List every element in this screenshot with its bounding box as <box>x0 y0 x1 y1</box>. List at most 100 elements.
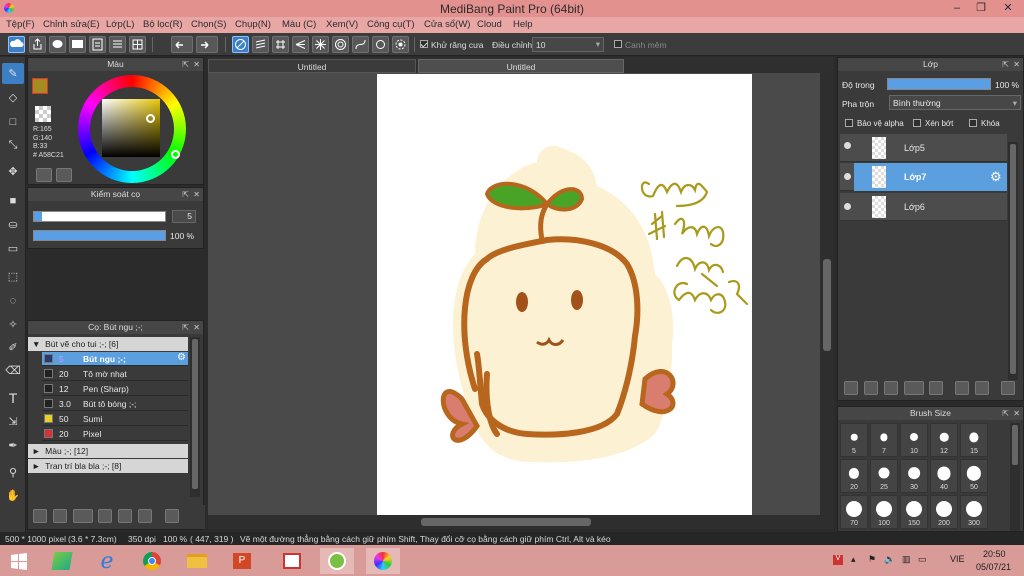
menu-window[interactable]: Cửa sổ(W) <box>424 19 470 30</box>
bluestacks-icon[interactable] <box>45 548 79 574</box>
document-icon[interactable] <box>89 36 106 53</box>
text-tool-icon[interactable]: T <box>2 387 24 408</box>
add-brush-icon[interactable] <box>33 509 47 523</box>
duplicate-layer-icon[interactable] <box>955 381 969 395</box>
brush-size-option[interactable]: 25 <box>870 459 898 493</box>
volume-icon[interactable]: 🔈 <box>884 554 895 565</box>
merge-layer-icon[interactable] <box>975 381 989 395</box>
menu-filter[interactable]: Bộ lọc(R) <box>143 19 183 30</box>
select-pen-tool-icon[interactable]: ✐ <box>2 337 24 358</box>
select-eraser-tool-icon[interactable]: ⌫ <box>2 360 24 381</box>
menu-layer[interactable]: Lớp(L) <box>106 19 134 30</box>
network-icon[interactable]: ▥ <box>902 554 911 565</box>
eraser-tool-icon[interactable]: ◇ <box>2 87 24 108</box>
saturation-square[interactable] <box>102 99 160 157</box>
layer-opacity-slider[interactable] <box>887 78 991 90</box>
crosshatch-snap-icon[interactable] <box>272 36 289 53</box>
menu-file[interactable]: Tệp(F) <box>6 19 35 30</box>
color-picker-icon[interactable] <box>56 168 72 182</box>
concentric-snap-icon[interactable] <box>332 36 349 53</box>
eye-icon[interactable] <box>844 203 851 210</box>
medibang-taskbar-icon[interactable] <box>366 548 400 574</box>
app-grid-icon[interactable] <box>275 548 309 574</box>
trash-icon[interactable] <box>165 509 179 523</box>
layer-settings-gear-icon[interactable]: ⚙ <box>990 169 1002 185</box>
menu-color[interactable]: Màu (C) <box>282 19 316 30</box>
tray-v-icon[interactable]: V <box>833 555 843 565</box>
brush-size-option[interactable]: 100 <box>870 495 898 529</box>
tab-untitled-2[interactable]: Untitled <box>418 59 624 73</box>
share-icon[interactable] <box>29 36 46 53</box>
operation-tool-icon[interactable]: ⇲ <box>2 411 24 432</box>
file-explorer-icon[interactable] <box>180 548 214 574</box>
brush-size-slider[interactable] <box>33 211 166 222</box>
clock-time[interactable]: 20:50 <box>983 549 1006 559</box>
brush-tool-icon[interactable]: ✎ <box>2 63 24 84</box>
brush-size-option[interactable]: 7 <box>870 423 898 457</box>
clip-studio-icon[interactable] <box>320 548 354 574</box>
message-icon[interactable] <box>69 36 86 53</box>
brush-item[interactable]: 12 Pen (Sharp) <box>42 382 188 396</box>
menu-select[interactable]: Chọn(S) <box>191 19 226 30</box>
tray-chevron-icon[interactable]: ▴ <box>851 554 856 565</box>
grid-icon[interactable] <box>129 36 146 53</box>
snap-off-icon[interactable] <box>232 36 249 53</box>
language-indicator[interactable]: VIE <box>950 554 965 564</box>
layer-row-lop6[interactable]: Lớp6 <box>840 193 1007 221</box>
bucket-tool-icon[interactable]: ⛀ <box>2 214 24 235</box>
menu-edit[interactable]: Chỉnh sửa(E) <box>43 19 100 30</box>
hue-handle[interactable] <box>171 150 180 159</box>
brush-settings-gear-icon[interactable]: ⚙ <box>177 352 186 363</box>
clipping-checkbox[interactable] <box>913 119 921 127</box>
parallel-snap-icon[interactable] <box>252 36 269 53</box>
brush-group-1[interactable]: ▼ Bút vẽ cho tui ;-; [6] <box>28 337 188 351</box>
new-layer-icon[interactable] <box>844 381 858 395</box>
layer-folder-icon[interactable] <box>929 381 943 395</box>
eye-icon[interactable] <box>844 173 851 180</box>
correction-select[interactable]: 10 <box>532 37 604 52</box>
snap-settings-icon[interactable] <box>372 36 389 53</box>
dot-tool-icon[interactable]: ⤡ <box>2 135 24 156</box>
brush-size-option[interactable]: 15 <box>960 423 988 457</box>
brush-size-option[interactable]: 70 <box>840 495 868 529</box>
fill-shape-tool-icon[interactable]: ■ <box>2 190 24 211</box>
brush-size-option[interactable]: 50 <box>960 459 988 493</box>
canvas-hscrollbar[interactable] <box>208 515 834 529</box>
brush-item[interactable]: 3.0 Bút tô bóng ;-; <box>42 397 188 411</box>
battery-icon[interactable]: ▭ <box>918 554 927 565</box>
delete-layer-icon[interactable] <box>1001 381 1015 395</box>
maximize-button[interactable]: ❐ <box>968 0 994 17</box>
clock-date[interactable]: 05/07/21 <box>976 562 1011 572</box>
cloud-icon[interactable] <box>8 36 25 53</box>
windows-start-icon[interactable] <box>2 548 36 574</box>
hue-ring[interactable] <box>78 75 186 183</box>
brush-item[interactable]: 50 Sumi <box>42 412 188 426</box>
list-icon[interactable] <box>109 36 126 53</box>
move-tool-icon[interactable]: ✥ <box>2 161 24 182</box>
close-window-button[interactable]: ✕ <box>992 0 1024 17</box>
tab-untitled-1[interactable]: Untitled <box>208 59 416 73</box>
lock-checkbox[interactable] <box>969 119 977 127</box>
duplicate-brush-icon[interactable] <box>138 509 152 523</box>
internet-explorer-icon[interactable]: e <box>90 548 124 574</box>
menu-view[interactable]: Xem(V) <box>326 19 358 30</box>
drawing-canvas[interactable] <box>377 74 752 515</box>
menu-capture[interactable]: Chụp(N) <box>235 19 271 30</box>
new-brush-icon[interactable] <box>53 509 67 523</box>
brush-size-scrollbar[interactable] <box>1010 423 1020 531</box>
blend-mode-select[interactable]: Bình thường ▾ <box>889 95 1021 110</box>
undo-icon[interactable] <box>171 36 193 53</box>
powerpoint-icon[interactable]: P <box>225 548 259 574</box>
antialias-checkbox[interactable] <box>420 40 428 48</box>
minimize-button[interactable]: – <box>944 0 970 17</box>
brush-size-option[interactable]: 12 <box>930 423 958 457</box>
new-halftone-layer-icon[interactable] <box>864 381 878 395</box>
layer-row-lop5[interactable]: Lớp5 <box>840 134 1007 162</box>
menu-help[interactable]: Help <box>513 19 533 30</box>
menu-tools[interactable]: Công cụ(T) <box>367 19 415 30</box>
hand-tool-icon[interactable]: ✋ <box>2 485 24 506</box>
brush-size-option[interactable]: 20 <box>840 459 868 493</box>
import-brush-icon[interactable] <box>98 509 112 523</box>
menu-cloud[interactable]: Cloud <box>477 19 502 30</box>
magic-wand-tool-icon[interactable]: ✧ <box>2 314 24 335</box>
